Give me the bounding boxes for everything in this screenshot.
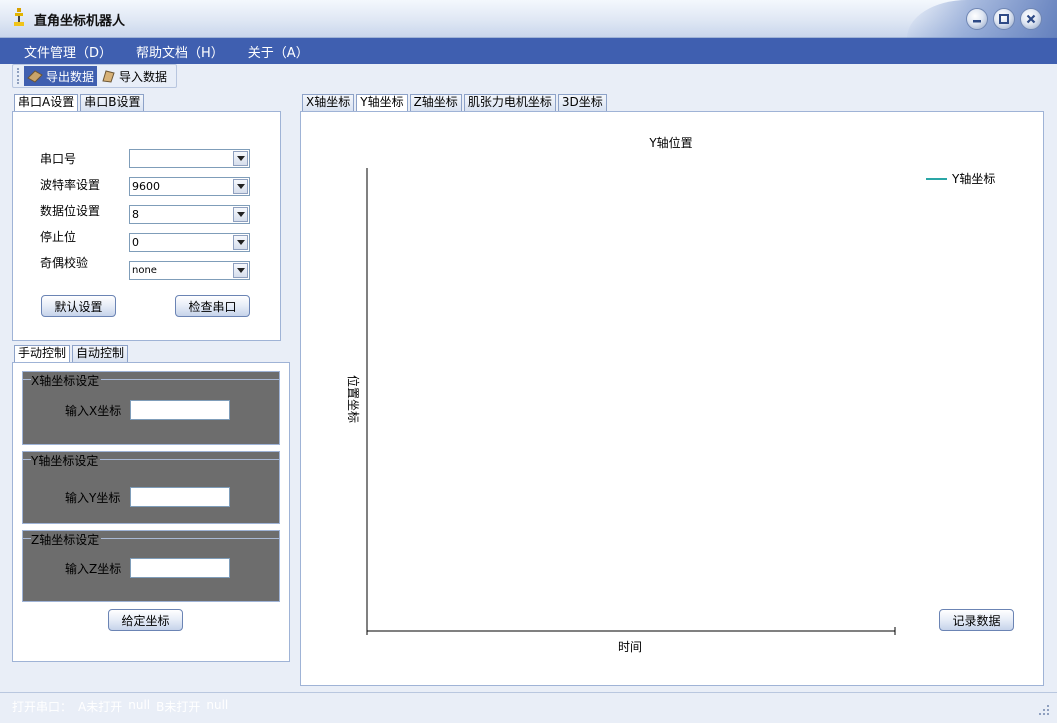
y-axis-label: 位置坐标 [346,375,361,423]
y-position-chart: Y轴位置 时间 位置坐标 Y轴坐标 [346,135,995,654]
y-input-label: 输入Y坐标 [65,491,121,505]
z-coordinate-input[interactable] [130,558,230,578]
stopbits-value: 0 [132,236,139,249]
x-axis-group: X轴坐标设定 输入X坐标 [22,371,280,445]
x-input-label: 输入X坐标 [65,404,122,418]
legend-series-label: Y轴坐标 [951,171,995,186]
toolbar: 导出数据 导入数据 [12,64,178,88]
close-button[interactable] [1020,8,1042,30]
toolbar-grip[interactable] [17,68,20,84]
robot-app-icon [14,8,24,26]
y-axis-group: Y轴坐标设定 输入Y坐标 [22,451,280,524]
baud-label: 波特率设置 [40,178,101,192]
default-settings-button[interactable]: 默认设置 [41,295,116,317]
minimize-button[interactable] [966,8,988,30]
dropdown-arrow-icon[interactable] [233,207,248,222]
menu-file[interactable]: 文件管理（D） [12,42,124,61]
y-axis-group-title: Y轴坐标设定 [31,452,101,469]
tab-x-coordinate[interactable]: X轴坐标 [302,94,355,111]
tab-serial-b[interactable]: 串口B设置 [80,94,145,111]
dropdown-arrow-icon[interactable] [233,151,248,166]
port-label: 串口号 [40,152,77,166]
tab-muscle-motor-coordinate[interactable]: 肌张力电机坐标 [463,94,556,111]
export-data-button[interactable]: 导出数据 [24,66,98,86]
status-a-text: A未打开 [78,700,123,714]
resize-grip-icon[interactable] [1039,705,1049,715]
status-a-value: null [128,698,151,712]
minimize-icon [973,20,981,23]
parity-value: none [132,265,157,276]
y-coordinate-input[interactable] [130,487,230,507]
z-input-label: 输入Z坐标 [65,562,122,576]
port-select[interactable] [129,149,250,168]
parity-label: 奇偶校验 [40,256,89,270]
status-open-label: 打开串口： [12,700,73,714]
tab-z-coordinate[interactable]: Z轴坐标 [409,94,462,111]
dropdown-arrow-icon[interactable] [233,263,248,278]
check-port-button[interactable]: 检查串口 [175,295,250,317]
import-data-label: 导入数据 [119,69,168,84]
restore-button[interactable] [993,8,1015,30]
status-b-value: null [206,698,229,712]
tab-serial-a[interactable]: 串口A设置 [14,94,79,111]
menu-bar: 文件管理（D） 帮助文档（H） 关于（A） [0,38,1057,64]
dropdown-arrow-icon[interactable] [233,235,248,250]
chart-panel: Y轴位置 时间 位置坐标 Y轴坐标 记录数据 [300,111,1044,686]
stopbits-select[interactable]: 0 [129,233,250,252]
x-axis-group-title: X轴坐标设定 [31,372,102,389]
close-icon [1026,14,1036,24]
status-text: 打开串口： A未打开 null B未打开 null [12,698,228,715]
baud-select[interactable]: 9600 [129,177,250,196]
title-bar: 直角坐标机器人 [0,0,1057,38]
control-panel: X轴坐标设定 输入X坐标 Y轴坐标设定 输入Y坐标 Z轴坐标设定 输入Z坐标 给… [12,362,290,662]
status-bar: 打开串口： A未打开 null B未打开 null [0,692,1057,723]
stopbits-label: 停止位 [40,230,77,244]
dropdown-arrow-icon[interactable] [233,179,248,194]
export-icon [27,70,43,83]
record-data-button[interactable]: 记录数据 [939,609,1014,631]
z-axis-group-title: Z轴坐标设定 [31,531,102,548]
control-tabs: 手动控制 自动控制 [14,345,129,362]
export-data-label: 导出数据 [46,69,95,84]
chart-title: Y轴位置 [648,135,692,150]
window-title: 直角坐标机器人 [34,14,126,29]
tab-auto-control[interactable]: 自动控制 [72,345,129,362]
databits-value: 8 [132,208,139,221]
databits-label: 数据位设置 [40,204,101,218]
databits-select[interactable]: 8 [129,205,250,224]
baud-value: 9600 [132,180,160,193]
tab-3d-coordinate[interactable]: 3D坐标 [557,94,607,111]
x-coordinate-input[interactable] [130,400,230,420]
import-data-button[interactable]: 导入数据 [97,66,170,86]
chart-tabs: X轴坐标 Y轴坐标 Z轴坐标 肌张力电机坐标 3D坐标 [302,94,607,111]
set-coordinates-button[interactable]: 给定坐标 [108,609,183,631]
restore-icon [999,14,1009,24]
z-axis-group: Z轴坐标设定 输入Z坐标 [22,530,280,602]
parity-select[interactable]: none [129,261,250,280]
status-b-text: B未打开 [156,700,201,714]
import-icon [102,70,115,83]
x-axis-label: 时间 [618,640,642,654]
tab-y-coordinate[interactable]: Y轴坐标 [356,94,408,111]
serial-settings-panel: 串口号 波特率设置 9600 数据位设置 8 停止位 0 奇偶校验 none 默… [12,111,281,341]
tab-manual-control[interactable]: 手动控制 [14,345,71,362]
menu-help[interactable]: 帮助文档（H） [124,42,236,61]
serial-tabs: 串口A设置 串口B设置 [14,94,145,111]
menu-about[interactable]: 关于（A） [236,42,321,61]
